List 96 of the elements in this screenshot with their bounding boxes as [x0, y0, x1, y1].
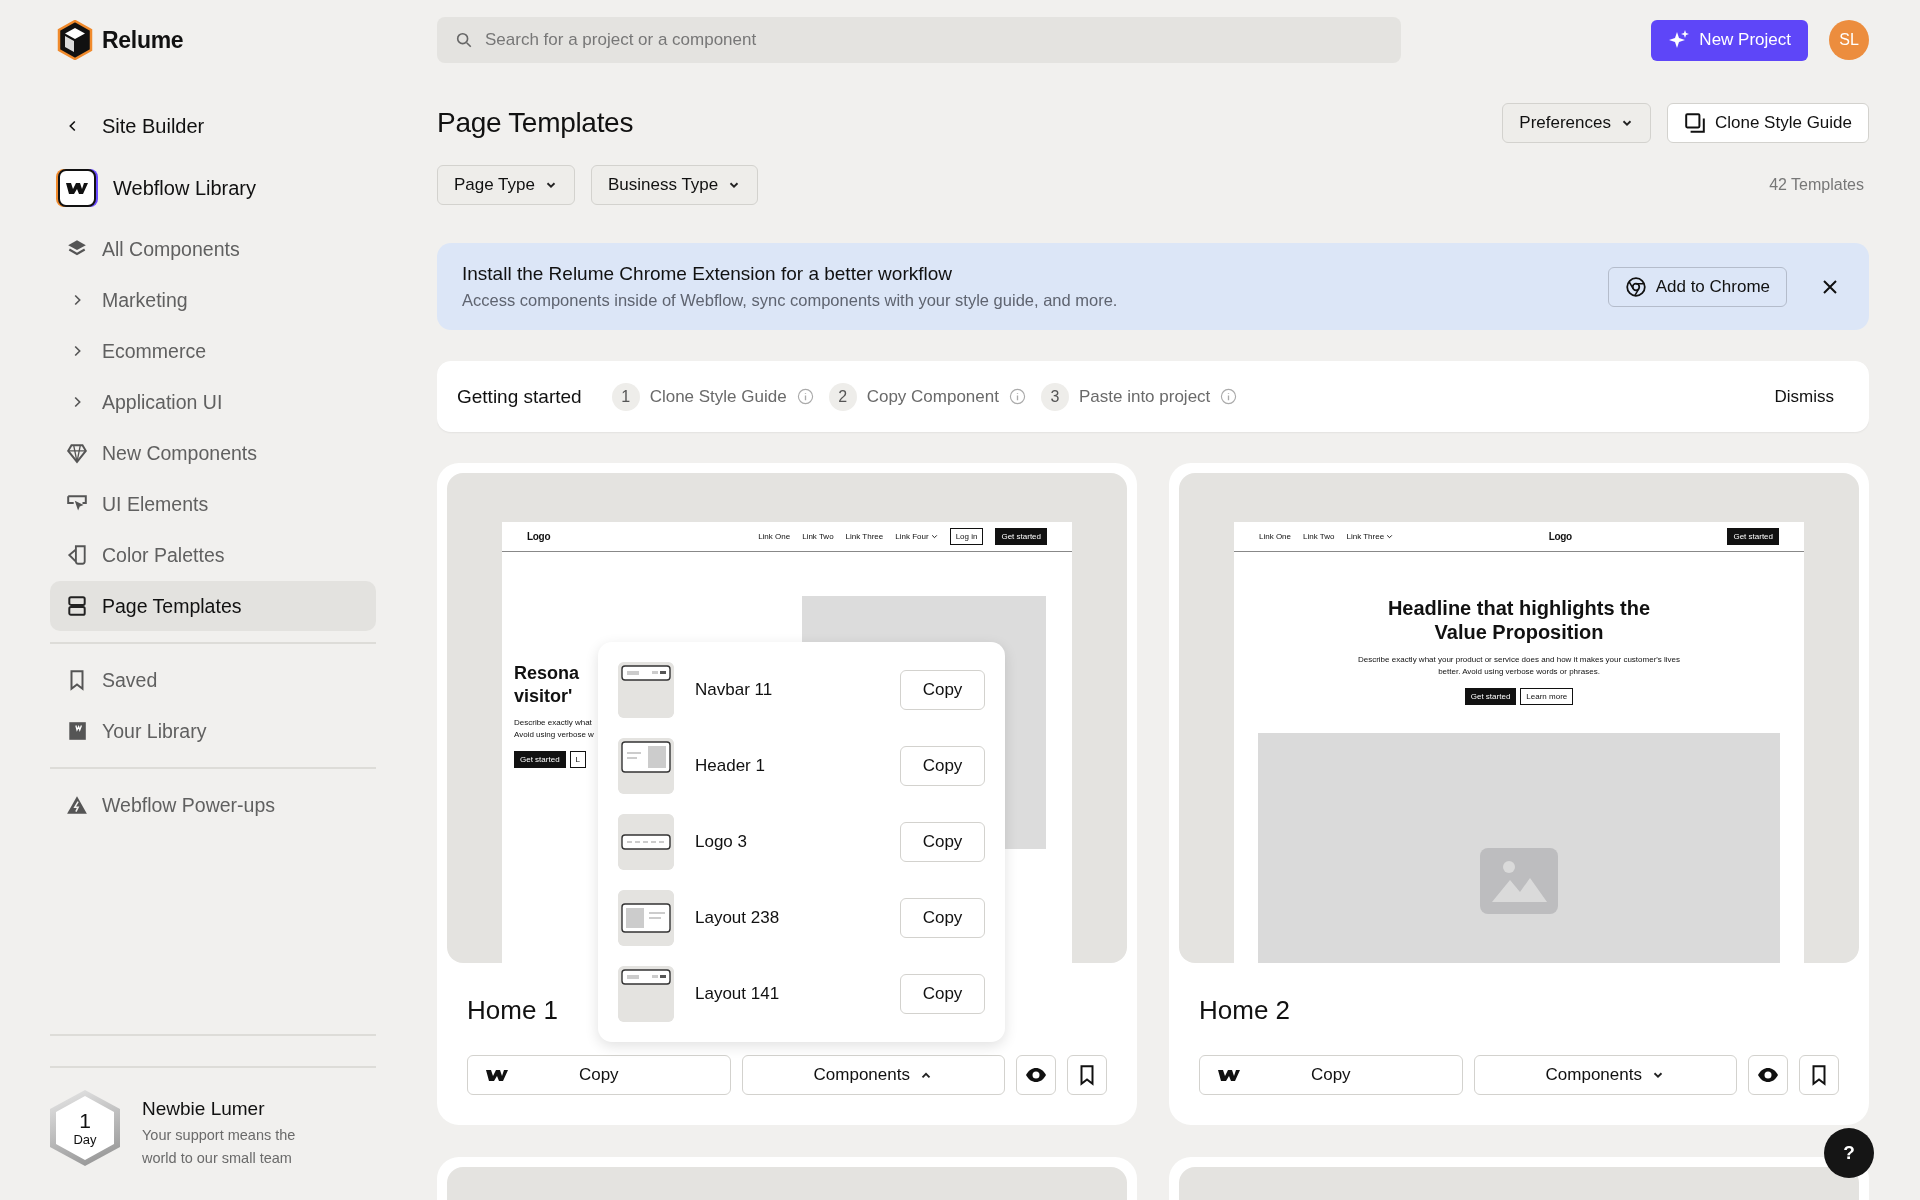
- sidebar-item[interactable]: Saved: [50, 655, 376, 705]
- component-name: Navbar 11: [695, 680, 773, 700]
- copy-button[interactable]: Copy: [467, 1055, 731, 1095]
- copy-button[interactable]: Copy: [900, 670, 985, 710]
- mock-logo: Logo: [527, 531, 551, 542]
- search-field[interactable]: Search for a project or a component: [437, 17, 1401, 63]
- info-icon[interactable]: [1008, 388, 1026, 405]
- dismiss-button[interactable]: Dismiss: [1774, 386, 1834, 407]
- app-name: Relume: [102, 26, 184, 54]
- components-button[interactable]: Components: [741, 1055, 1005, 1095]
- template-name: Home 2: [1199, 994, 1291, 1026]
- preferences-dropdown[interactable]: Preferences: [1502, 103, 1651, 143]
- sidebar-item[interactable]: Page Templates: [50, 581, 376, 631]
- sidebar-item[interactable]: Webflow Power-ups: [50, 780, 376, 830]
- page-title: Page Templates: [437, 107, 634, 139]
- palette-icon: [66, 544, 88, 566]
- stacked-rectangles-icon: [66, 595, 88, 617]
- cube-logo-icon: [57, 20, 93, 60]
- template-count: 42 Templates: [1769, 176, 1864, 194]
- mock-button: L: [569, 751, 587, 768]
- mock-logo: Logo: [1548, 531, 1572, 542]
- preview-button[interactable]: [1748, 1055, 1788, 1095]
- membership-message: Your support means the world to our small team: [142, 1126, 297, 1168]
- logo-icon: [486, 1068, 508, 1082]
- template-name: Home 1: [467, 994, 559, 1026]
- mock-nav-link: Link One: [758, 532, 791, 541]
- mock-nav-link: Link Four: [895, 532, 938, 541]
- preview-button[interactable]: [1016, 1055, 1056, 1095]
- mock-button: Learn more: [1520, 688, 1574, 705]
- step-number: 3: [1040, 382, 1069, 411]
- copy-button[interactable]: Copy: [900, 746, 985, 786]
- banner-title: Install the Relume Chrome Extension for a better workflow: [462, 263, 953, 285]
- bookmark-button[interactable]: [1067, 1055, 1107, 1095]
- mock-nav-link: Link One: [1259, 532, 1292, 541]
- image-icon: [1480, 848, 1558, 914]
- banner-text: Access components inside of Webflow, sync components with your style guide, and more.: [462, 291, 1118, 310]
- help-button[interactable]: ?: [1824, 1128, 1874, 1178]
- sidebar-item[interactable]: Your Library: [50, 706, 376, 756]
- library-logo-icon: [58, 169, 96, 207]
- mock-button: Get started: [514, 751, 566, 768]
- sidebar-item[interactable]: Ecommerce: [50, 326, 376, 376]
- component-name: Header 1: [695, 756, 765, 776]
- copy-icon: [1683, 112, 1706, 134]
- component-name: Logo 3: [695, 832, 747, 852]
- getting-started-title: Getting started: [457, 385, 582, 408]
- info-icon[interactable]: [796, 388, 814, 405]
- logo-icon: [1218, 1068, 1240, 1082]
- clone-style-guide-button[interactable]: Clone Style Guide: [1666, 103, 1869, 143]
- filter-dropdown[interactable]: Page Type: [437, 165, 575, 205]
- component-name: Layout 141: [695, 984, 780, 1004]
- browser-icon: [1624, 275, 1647, 298]
- add-to-chrome-button[interactable]: Add to Chrome: [1607, 266, 1787, 307]
- mock-button: Log in: [949, 528, 984, 545]
- filter-dropdown[interactable]: Business Type: [591, 165, 759, 205]
- back-link[interactable]: Site Builder: [50, 106, 205, 146]
- warning-triangle-icon: [66, 794, 88, 816]
- mock-nav-link: Link Three: [1346, 532, 1394, 541]
- search-icon: [455, 31, 473, 49]
- mock-button: Get started: [1464, 688, 1517, 705]
- sidebar-item[interactable]: UI Elements: [50, 479, 376, 529]
- mock-button: Get started: [995, 528, 1047, 545]
- copy-button[interactable]: Copy: [900, 898, 985, 938]
- mock-nav-link: Link Two: [1303, 532, 1335, 541]
- library-icon: [66, 720, 88, 742]
- bookmark-button[interactable]: [1799, 1055, 1839, 1095]
- copy-button[interactable]: Copy: [1199, 1055, 1463, 1095]
- step-label: Paste into project: [1078, 386, 1211, 407]
- mock-heading: Headline that highlights the Value Proposition: [1386, 596, 1652, 644]
- mock-button: Get started: [1727, 528, 1779, 545]
- copy-button[interactable]: Copy: [900, 822, 985, 862]
- step-number: 1: [611, 382, 640, 411]
- sidebar-item[interactable]: Color Palettes: [50, 530, 376, 580]
- mock-description: Describe exactly what Avoid using verbose w: [514, 717, 594, 741]
- caret-down-icon: [1386, 533, 1394, 540]
- diamond-icon: [66, 442, 88, 464]
- component-name: Layout 238: [695, 908, 780, 928]
- components-button[interactable]: Components: [1473, 1055, 1737, 1095]
- step-number: 2: [828, 382, 857, 411]
- sidebar-item[interactable]: All Components: [50, 224, 376, 274]
- new-project-button[interactable]: New Project: [1651, 19, 1808, 61]
- template-preview[interactable]: [1179, 473, 1859, 963]
- step-label: Copy Component: [866, 386, 999, 407]
- membership-title: Newbie Lumer: [142, 1098, 266, 1120]
- day-badge: 1 Day: [50, 1090, 120, 1166]
- mock-nav-link: Link Three: [845, 532, 884, 541]
- caret-down-icon: [930, 533, 938, 540]
- step-label: Clone Style Guide: [649, 386, 787, 407]
- copy-button[interactable]: Copy: [900, 974, 985, 1014]
- sidebar-item[interactable]: Marketing: [50, 275, 376, 325]
- info-icon[interactable]: [1220, 388, 1238, 405]
- sidebar-item[interactable]: Application UI: [50, 377, 376, 427]
- library-title: Webflow Library: [113, 176, 257, 200]
- mock-nav-link: Link Two: [802, 532, 834, 541]
- mock-heading: Resona visitor': [514, 662, 580, 707]
- mock-description: Describe exactly what your product or service does and how it makes your customer's lives better. Avoid using verbose words or phrases.: [1356, 654, 1682, 678]
- sidebar-item[interactable]: New Components: [50, 428, 376, 478]
